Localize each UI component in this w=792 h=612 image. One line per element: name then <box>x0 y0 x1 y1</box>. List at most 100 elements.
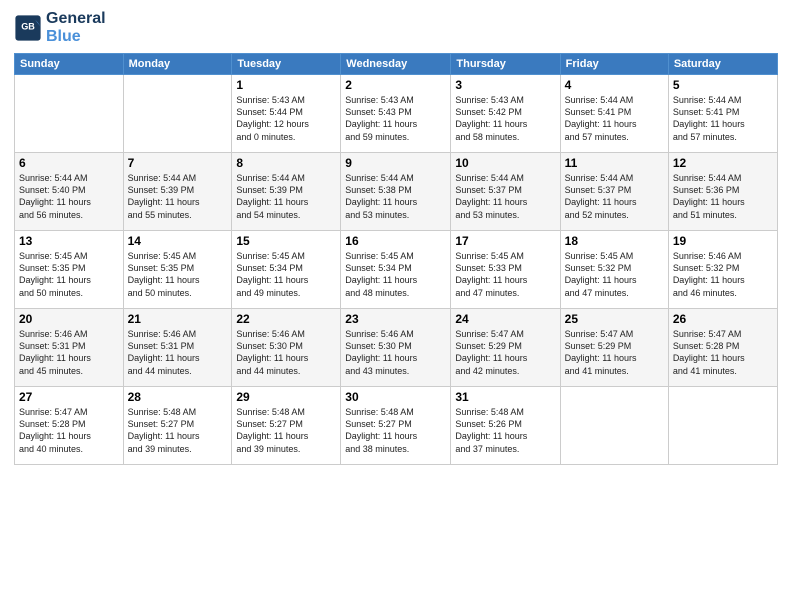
calendar-cell <box>560 387 668 465</box>
day-number: 14 <box>128 234 228 248</box>
calendar-cell: 13 Sunrise: 5:45 AM Sunset: 5:35 PM Dayli… <box>15 231 124 309</box>
day-info: Sunrise: 5:48 AM Sunset: 5:27 PM Dayligh… <box>345 406 446 455</box>
day-info: Sunrise: 5:45 AM Sunset: 5:35 PM Dayligh… <box>128 250 228 299</box>
calendar-cell: 16 Sunrise: 5:45 AM Sunset: 5:34 PM Dayli… <box>341 231 451 309</box>
calendar-cell: 20Sunrise: 5:46 AM Sunset: 5:31 PM Dayli… <box>15 309 124 387</box>
calendar-cell: 21 Sunrise: 5:46 AM Sunset: 5:31 PM Dayli… <box>123 309 232 387</box>
calendar-cell: 28 Sunrise: 5:48 AM Sunset: 5:27 PM Dayli… <box>123 387 232 465</box>
calendar-cell: 14 Sunrise: 5:45 AM Sunset: 5:35 PM Dayli… <box>123 231 232 309</box>
day-number: 20 <box>19 312 119 326</box>
calendar-cell: 8Sunrise: 5:44 AM Sunset: 5:39 PM Daylig… <box>232 153 341 231</box>
day-info: Sunrise: 5:46 AM Sunset: 5:30 PM Dayligh… <box>345 328 446 377</box>
day-info: Sunrise: 5:44 AM Sunset: 5:41 PM Dayligh… <box>565 94 664 143</box>
week-row-4: 20 Sunrise: 5:46 AM Sunset: 5:31 PM Dayli… <box>15 309 778 387</box>
week-row-5: 27 Sunrise: 5:47 AM Sunset: 5:28 PM Dayli… <box>15 387 778 465</box>
logo-icon: GB <box>14 14 42 42</box>
day-number: 13 <box>19 234 119 248</box>
day-number: 22 <box>236 312 336 326</box>
day-info: Sunrise: 5:43 AM Sunset: 5:44 PM Dayligh… <box>236 94 336 143</box>
calendar-cell: 30 Sunrise: 5:48 AM Sunset: 5:27 PM Dayli… <box>341 387 451 465</box>
col-header-friday: Friday <box>560 54 668 75</box>
calendar-cell: 4 Sunrise: 5:44 AM Sunset: 5:41 PM Daylig… <box>560 75 668 153</box>
week-row-2: 6 Sunrise: 5:44 AM Sunset: 5:40 PM Daylig… <box>15 153 778 231</box>
calendar-cell <box>668 387 777 465</box>
week-row-3: 13 Sunrise: 5:45 AM Sunset: 5:35 PM Dayli… <box>15 231 778 309</box>
calendar-cell: 15Sunrise: 5:45 AM Sunset: 5:34 PM Dayli… <box>232 231 341 309</box>
day-number: 3 <box>455 78 555 92</box>
calendar-cell: 2 Sunrise: 5:43 AM Sunset: 5:43 PM Daylig… <box>341 75 451 153</box>
day-number: 19 <box>673 234 773 248</box>
day-number: 21 <box>128 312 228 326</box>
day-info: Sunrise: 5:45 AM Sunset: 5:34 PM Dayligh… <box>236 250 336 299</box>
calendar-cell: 5 Sunrise: 5:44 AM Sunset: 5:41 PM Daylig… <box>668 75 777 153</box>
calendar-table: SundayMondayTuesdayWednesdayThursdayFrid… <box>14 53 778 465</box>
col-header-wednesday: Wednesday <box>341 54 451 75</box>
col-header-tuesday: Tuesday <box>232 54 341 75</box>
day-number: 28 <box>128 390 228 404</box>
calendar-cell: 3 Sunrise: 5:43 AM Sunset: 5:42 PM Daylig… <box>451 75 560 153</box>
day-info: Sunrise: 5:48 AM Sunset: 5:27 PM Dayligh… <box>128 406 228 455</box>
logo: GB General Blue <box>14 10 106 45</box>
calendar-cell <box>123 75 232 153</box>
day-number: 24 <box>455 312 555 326</box>
day-info: Sunrise: 5:43 AM Sunset: 5:42 PM Dayligh… <box>455 94 555 143</box>
calendar-cell: 22 Sunrise: 5:46 AM Sunset: 5:30 PM Dayli… <box>232 309 341 387</box>
calendar-cell: 23 Sunrise: 5:46 AM Sunset: 5:30 PM Dayli… <box>341 309 451 387</box>
day-number: 27 <box>19 390 119 404</box>
day-number: 12 <box>673 156 773 170</box>
calendar-cell: 29 Sunrise: 5:48 AM Sunset: 5:27 PM Dayli… <box>232 387 341 465</box>
day-number: 23 <box>345 312 446 326</box>
day-number: 4 <box>565 78 664 92</box>
calendar-cell: 10Sunrise: 5:44 AM Sunset: 5:37 PM Dayli… <box>451 153 560 231</box>
day-info: Sunrise: 5:44 AM Sunset: 5:37 PM Dayligh… <box>455 172 555 221</box>
day-info: Sunrise: 5:47 AM Sunset: 5:29 PM Dayligh… <box>565 328 664 377</box>
header-row: SundayMondayTuesdayWednesdayThursdayFrid… <box>15 54 778 75</box>
svg-text:GB: GB <box>21 21 35 31</box>
day-info: Sunrise: 5:44 AM Sunset: 5:36 PM Dayligh… <box>673 172 773 221</box>
day-info: Sunrise: 5:43 AM Sunset: 5:43 PM Dayligh… <box>345 94 446 143</box>
day-number: 25 <box>565 312 664 326</box>
page-header: GB General Blue <box>14 10 778 45</box>
day-number: 2 <box>345 78 446 92</box>
day-info: Sunrise: 5:45 AM Sunset: 5:34 PM Dayligh… <box>345 250 446 299</box>
calendar-cell: 31 Sunrise: 5:48 AM Sunset: 5:26 PM Dayli… <box>451 387 560 465</box>
day-info: Sunrise: 5:44 AM Sunset: 5:38 PM Dayligh… <box>345 172 446 221</box>
day-info: Sunrise: 5:46 AM Sunset: 5:30 PM Dayligh… <box>236 328 336 377</box>
day-info: Sunrise: 5:44 AM Sunset: 5:40 PM Dayligh… <box>19 172 119 221</box>
day-number: 1 <box>236 78 336 92</box>
day-number: 5 <box>673 78 773 92</box>
day-number: 6 <box>19 156 119 170</box>
day-number: 11 <box>565 156 664 170</box>
calendar-cell: 26Sunrise: 5:47 AM Sunset: 5:28 PM Dayli… <box>668 309 777 387</box>
day-number: 16 <box>345 234 446 248</box>
day-info: Sunrise: 5:48 AM Sunset: 5:27 PM Dayligh… <box>236 406 336 455</box>
day-number: 31 <box>455 390 555 404</box>
day-number: 7 <box>128 156 228 170</box>
day-number: 30 <box>345 390 446 404</box>
logo-blue: Blue <box>46 28 106 46</box>
day-info: Sunrise: 5:48 AM Sunset: 5:26 PM Dayligh… <box>455 406 555 455</box>
day-info: Sunrise: 5:44 AM Sunset: 5:37 PM Dayligh… <box>565 172 664 221</box>
col-header-thursday: Thursday <box>451 54 560 75</box>
day-info: Sunrise: 5:44 AM Sunset: 5:39 PM Dayligh… <box>236 172 336 221</box>
day-number: 29 <box>236 390 336 404</box>
logo-general: General <box>46 10 106 28</box>
day-info: Sunrise: 5:44 AM Sunset: 5:41 PM Dayligh… <box>673 94 773 143</box>
col-header-saturday: Saturday <box>668 54 777 75</box>
day-info: Sunrise: 5:45 AM Sunset: 5:35 PM Dayligh… <box>19 250 119 299</box>
day-number: 9 <box>345 156 446 170</box>
calendar-cell: 18Sunrise: 5:45 AM Sunset: 5:32 PM Dayli… <box>560 231 668 309</box>
calendar-cell: 27 Sunrise: 5:47 AM Sunset: 5:28 PM Dayli… <box>15 387 124 465</box>
calendar-cell: 11 Sunrise: 5:44 AM Sunset: 5:37 PM Dayli… <box>560 153 668 231</box>
day-info: Sunrise: 5:46 AM Sunset: 5:31 PM Dayligh… <box>128 328 228 377</box>
day-number: 18 <box>565 234 664 248</box>
day-info: Sunrise: 5:47 AM Sunset: 5:29 PM Dayligh… <box>455 328 555 377</box>
week-row-1: 1 Sunrise: 5:43 AM Sunset: 5:44 PM Daylig… <box>15 75 778 153</box>
calendar-cell: 9 Sunrise: 5:44 AM Sunset: 5:38 PM Daylig… <box>341 153 451 231</box>
day-info: Sunrise: 5:44 AM Sunset: 5:39 PM Dayligh… <box>128 172 228 221</box>
calendar-cell <box>15 75 124 153</box>
day-info: Sunrise: 5:47 AM Sunset: 5:28 PM Dayligh… <box>19 406 119 455</box>
day-number: 17 <box>455 234 555 248</box>
day-number: 26 <box>673 312 773 326</box>
col-header-monday: Monday <box>123 54 232 75</box>
